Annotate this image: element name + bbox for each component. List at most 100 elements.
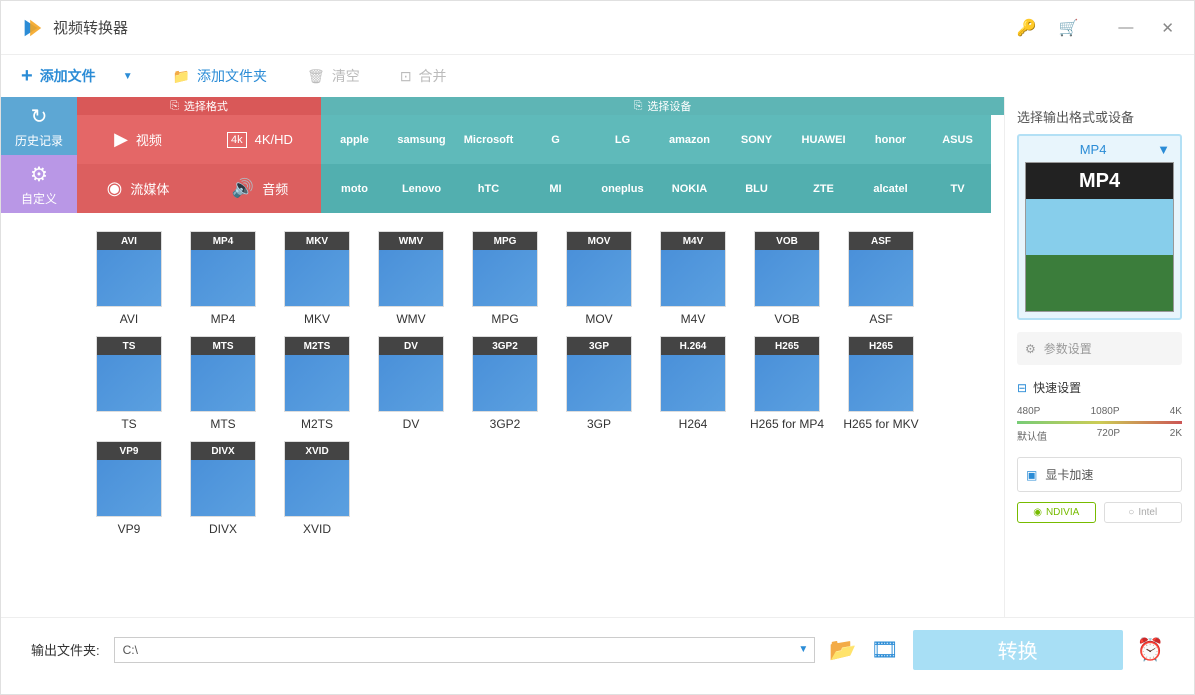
clock-icon[interactable]: ⏰ (1137, 637, 1164, 663)
format-tile-h265-for-mp4[interactable]: H265 H265 for MP4 (745, 336, 829, 431)
tab-history[interactable]: ↻ 历史记录 (1, 97, 77, 155)
chrome-icon: ◉ (107, 178, 123, 199)
merge-button[interactable]: ⊡ 合并 (400, 66, 447, 86)
format-tile-h265-for-mkv[interactable]: H265 H265 for MKV (839, 336, 923, 431)
brand-sony[interactable]: SONY (723, 115, 790, 164)
brand-apple[interactable]: apple (321, 115, 388, 164)
folder-plus-icon: 📁 (173, 68, 190, 85)
format-label: H265 for MKV (843, 417, 918, 431)
brand-zte[interactable]: ZTE (790, 164, 857, 213)
brand-amazon[interactable]: amazon (656, 115, 723, 164)
brand-oneplus[interactable]: oneplus (589, 164, 656, 213)
brand-nokia[interactable]: NOKIA (656, 164, 723, 213)
format-thumbnail: XVID (284, 441, 350, 517)
format-tile-3gp[interactable]: 3GP 3GP (557, 336, 641, 431)
brand-huawei[interactable]: HUAWEI (790, 115, 857, 164)
format-tile-divx[interactable]: DIVX DIVX (181, 441, 265, 536)
category-format[interactable]: ⎘ 选择格式 (77, 97, 321, 115)
output-preview[interactable]: MP4 ▼ MP4 (1017, 134, 1182, 320)
cart-icon[interactable]: 🛒 (1059, 18, 1079, 38)
trash-icon: 🗑 (307, 68, 325, 85)
gear-icon: ⚙ (30, 162, 48, 187)
intel-chip[interactable]: ○ Intel (1104, 502, 1183, 523)
format-thumbnail: DV (378, 336, 444, 412)
format-thumbnail: VOB (754, 231, 820, 307)
titlebar: 视频转换器 🔑 🛒 — ✕ (1, 1, 1194, 55)
add-file-button[interactable]: + 添加文件 ▼ (21, 65, 133, 88)
format-tile-dv[interactable]: DV DV (369, 336, 453, 431)
format-label: MTS (210, 417, 235, 431)
chevron-down-icon[interactable]: ▼ (798, 644, 808, 655)
brand-lg[interactable]: LG (589, 115, 656, 164)
format-audio-tab[interactable]: 🔊 音频 (199, 164, 321, 213)
quick-settings-title: ⊟ 快速设置 (1017, 379, 1182, 396)
resolution-scale[interactable]: 480P 1080P 4K 默认值 720P 2K (1017, 406, 1182, 443)
close-button[interactable]: ✕ (1161, 19, 1174, 37)
format-label: H265 for MP4 (750, 417, 824, 431)
output-path-input[interactable]: C:\ ▼ (114, 637, 816, 663)
format-tile-mkv[interactable]: MKV MKV (275, 231, 359, 326)
convert-button[interactable]: 转换 (913, 630, 1123, 670)
brand-moto[interactable]: moto (321, 164, 388, 213)
format-thumbnail: 3GP2 (472, 336, 538, 412)
brand-samsung[interactable]: samsung (388, 115, 455, 164)
clear-button[interactable]: 🗑 清空 (307, 66, 360, 86)
open-folder-icon[interactable]: 📂 (829, 637, 856, 663)
category-device[interactable]: ⎘ 选择设备 (321, 97, 1004, 115)
brand-tv[interactable]: TV (924, 164, 991, 213)
format-thumbnail: MKV (284, 231, 350, 307)
brand-asus[interactable]: ASUS (924, 115, 991, 164)
format-label: AVI (120, 312, 138, 326)
format-tile-m2ts[interactable]: M2TS M2TS (275, 336, 359, 431)
brand-htc[interactable]: hTC (455, 164, 522, 213)
format-label: MP4 (211, 312, 236, 326)
brand-grid: ▶ 视频 ◉ 流媒体 4k 4K/HD 🔊 音频 applesamsungMi (77, 115, 1004, 213)
format-thumbnail: ASF (848, 231, 914, 307)
format-tile-h264[interactable]: H.264 H264 (651, 336, 735, 431)
format-label: MPG (491, 312, 518, 326)
chevron-down-icon[interactable]: ▼ (123, 71, 133, 82)
brand-microsoft[interactable]: Microsoft (455, 115, 522, 164)
minimize-button[interactable]: — (1118, 19, 1133, 37)
format-tiles: AVI AVI MP4 MP4 MKV MKV WMV WMV MPG MPG … (77, 213, 1004, 554)
format-tile-avi[interactable]: AVI AVI (87, 231, 171, 326)
format-tile-asf[interactable]: ASF ASF (839, 231, 923, 326)
format-thumbnail: MOV (566, 231, 632, 307)
brand-g[interactable]: G (522, 115, 589, 164)
brand-honor[interactable]: honor (857, 115, 924, 164)
brand-alcatel[interactable]: alcatel (857, 164, 924, 213)
right-panel-title: 选择输出格式或设备 (1017, 107, 1182, 126)
brand-mi[interactable]: MI (522, 164, 589, 213)
format-tile-mp4[interactable]: MP4 MP4 (181, 231, 265, 326)
chevron-down-icon[interactable]: ▼ (1157, 142, 1170, 157)
add-folder-button[interactable]: 📁 添加文件夹 (173, 66, 267, 86)
format-tile-ts[interactable]: TS TS (87, 336, 171, 431)
format-tile-vob[interactable]: VOB VOB (745, 231, 829, 326)
format-4khd-tab[interactable]: 4k 4K/HD (199, 115, 321, 164)
copy-icon: ⎘ (170, 100, 179, 113)
film-icon[interactable]: 🎞 (871, 637, 899, 663)
nvidia-chip[interactable]: ◉ NDIVIA (1017, 502, 1096, 523)
format-tile-xvid[interactable]: XVID XVID (275, 441, 359, 536)
format-label: WMV (396, 312, 425, 326)
format-tile-mov[interactable]: MOV MOV (557, 231, 641, 326)
format-video-tab[interactable]: ▶ 视频 (77, 115, 199, 164)
format-thumbnail: TS (96, 336, 162, 412)
format-tile-mts[interactable]: MTS MTS (181, 336, 265, 431)
gpu-accel-button[interactable]: ▣ 显卡加速 (1017, 457, 1182, 492)
brand-blu[interactable]: BLU (723, 164, 790, 213)
format-tile-mpg[interactable]: MPG MPG (463, 231, 547, 326)
key-icon[interactable]: 🔑 (1017, 18, 1037, 38)
format-thumbnail: VP9 (96, 441, 162, 517)
copy-icon: ⎘ (634, 100, 643, 113)
format-stream-tab[interactable]: ◉ 流媒体 (77, 164, 199, 213)
params-button[interactable]: ⚙ 参数设置 (1017, 332, 1182, 365)
format-tile-wmv[interactable]: WMV WMV (369, 231, 453, 326)
format-tile-3gp2[interactable]: 3GP2 3GP2 (463, 336, 547, 431)
brand-lenovo[interactable]: Lenovo (388, 164, 455, 213)
format-label: M2TS (301, 417, 333, 431)
format-tile-vp9[interactable]: VP9 VP9 (87, 441, 171, 536)
format-tile-m4v[interactable]: M4V M4V (651, 231, 735, 326)
format-thumbnail: H265 (754, 336, 820, 412)
tab-custom[interactable]: ⚙ 自定义 (1, 155, 77, 213)
